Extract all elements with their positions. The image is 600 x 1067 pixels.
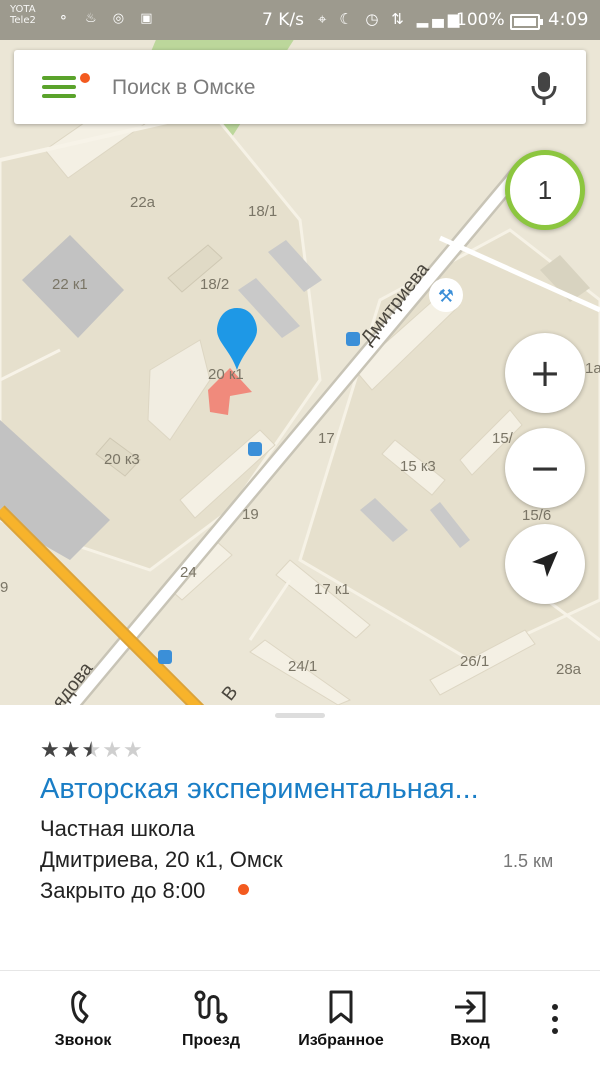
building-label: 17 [318, 430, 335, 447]
action-bar: Звонок Проезд Избранное Вход [0, 970, 600, 1067]
search-bar [14, 50, 586, 124]
clock: 4:09 [548, 9, 589, 30]
building-label: 22а [130, 194, 156, 211]
favorite-label: Избранное [298, 1032, 384, 1049]
svg-text:⚒: ⚒ [438, 286, 454, 307]
bus-stop-icon [158, 650, 172, 664]
entrance-button[interactable]: Вход [415, 971, 525, 1067]
building-label: 15/ [492, 430, 513, 447]
bookmark-icon [329, 990, 353, 1024]
place-address: Дмитриева, 20 к1, Омск [40, 847, 283, 872]
battery-icon [510, 14, 543, 30]
star-icon: ★ [60, 738, 82, 763]
building-label: 9 [0, 579, 9, 596]
building-label: 28а [556, 661, 582, 678]
building-label: 17 к1 [314, 581, 350, 598]
closed-status-dot [238, 884, 249, 895]
building-label: 22 к1 [52, 276, 88, 293]
building-label: 24 [180, 564, 197, 581]
place-title[interactable]: Авторская экспериментальная... [40, 773, 479, 806]
more-options-icon[interactable] [540, 1000, 570, 1040]
counter-value: 1 [537, 174, 553, 205]
drag-handle[interactable] [275, 713, 325, 718]
mic-icon[interactable] [524, 68, 564, 108]
route-button[interactable]: Проезд [156, 971, 266, 1067]
route-label: Проезд [181, 1032, 241, 1049]
navigation-arrow-icon [532, 551, 558, 577]
search-input[interactable] [110, 72, 494, 104]
building-label: 26/1 [460, 653, 490, 670]
route-icon [194, 990, 228, 1024]
call-button[interactable]: Звонок [28, 971, 138, 1067]
star-icon: ★ [102, 738, 123, 763]
building-label-selected: 20 к1 [208, 366, 244, 383]
building-label: 20 к3 [104, 451, 140, 468]
star-icon: ★ [40, 738, 61, 763]
half-star-icon: ★ [81, 738, 103, 763]
bus-stop-icon [248, 442, 262, 456]
plus-icon: + [529, 351, 561, 395]
net-speed: 7 K/s [262, 10, 304, 30]
place-hours: Закрыто до 8:00 [40, 878, 206, 903]
menu-button[interactable] [42, 71, 92, 100]
entrance-label: Вход [450, 1032, 490, 1049]
building-label: 18/2 [200, 276, 230, 293]
place-distance: 1.5 км [503, 851, 554, 871]
building-label: 19 [242, 506, 259, 523]
building-label: 15 к3 [400, 458, 436, 475]
zoom-out-button[interactable]: − [505, 428, 585, 508]
minus-icon: − [529, 446, 561, 490]
rating-stars: ★★★★★ [40, 738, 144, 763]
phone-icon [71, 990, 89, 1024]
favorite-button[interactable]: Избранное [286, 971, 396, 1067]
notification-icons: ⚬ ♨ ◎ ▣ [58, 11, 159, 26]
notification-dot [78, 71, 92, 85]
building-label: 15/6 [522, 507, 552, 524]
battery-percent: 100% [456, 10, 505, 30]
entrance-icon [455, 991, 486, 1023]
place-category: Частная школа [40, 816, 195, 841]
building-label: 18/1 [248, 203, 278, 220]
system-icons: ⌖ ☾ ◷ ⇅ ▂▄▆ [318, 10, 464, 28]
building-label: 1а [585, 360, 600, 377]
zoom-in-button[interactable]: + [505, 333, 585, 413]
my-location-button[interactable] [505, 524, 585, 604]
layers-counter-button[interactable]: 1 [505, 150, 585, 230]
building-label: 24/1 [288, 658, 318, 675]
carrier-info: YOTA Tele2 [10, 4, 36, 26]
star-icon: ★ [122, 738, 144, 763]
call-label: Звонок [54, 1032, 112, 1049]
status-bar: YOTA Tele2 ⚬ ♨ ◎ ▣ 7 K/s ⌖ ☾ ◷ ⇅ ▂▄▆ 100… [0, 0, 600, 40]
